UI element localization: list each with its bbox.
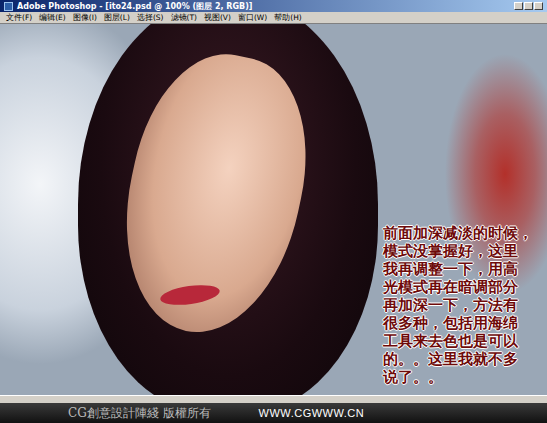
menu-item[interactable]: 帮助(H): [274, 13, 302, 23]
window-controls: [514, 2, 543, 10]
copyright-text: CG創意設計陣綫 版權所有: [68, 405, 211, 422]
maximize-icon[interactable]: [524, 2, 533, 10]
site-url: WWW.CGWWW.CN: [259, 407, 365, 419]
artwork-canvas: 前面加深减淡的时候， 模式没掌握好，这里 我再调整一下，用高 光模式再在暗调部分…: [0, 24, 547, 395]
menu-bar: 文件(F) 编辑(E) 图像(I) 图层(L) 选择(S) 滤镜(T) 视图(V) 窗口(W)…: [0, 12, 547, 24]
close-icon[interactable]: [534, 2, 543, 10]
menu-item[interactable]: 视图(V): [204, 13, 231, 23]
photoshop-icon: [4, 2, 13, 11]
footer-bar: CG創意設計陣綫 版權所有 WWW.CGWWW.CN: [0, 403, 547, 423]
minimize-icon[interactable]: [514, 2, 523, 10]
menu-item[interactable]: 滤镜(T): [171, 13, 197, 23]
menu-item[interactable]: 图层(L): [104, 13, 130, 23]
menu-item[interactable]: 图像(I): [73, 13, 97, 23]
horizontal-scrollbar[interactable]: [0, 395, 547, 403]
menu-item[interactable]: 选择(S): [137, 13, 164, 23]
menu-item[interactable]: 窗口(W): [238, 13, 267, 23]
annotation-text: 前面加深减淡的时候， 模式没掌握好，这里 我再调整一下，用高 光模式再在暗调部分…: [383, 224, 543, 386]
menu-item[interactable]: 文件(F): [6, 13, 32, 23]
menu-item[interactable]: 编辑(E): [39, 13, 66, 23]
title-bar: Adobe Photoshop - [ito24.psd @ 100% (图层 …: [0, 0, 547, 12]
window-title: Adobe Photoshop - [ito24.psd @ 100% (图层 …: [17, 1, 252, 12]
